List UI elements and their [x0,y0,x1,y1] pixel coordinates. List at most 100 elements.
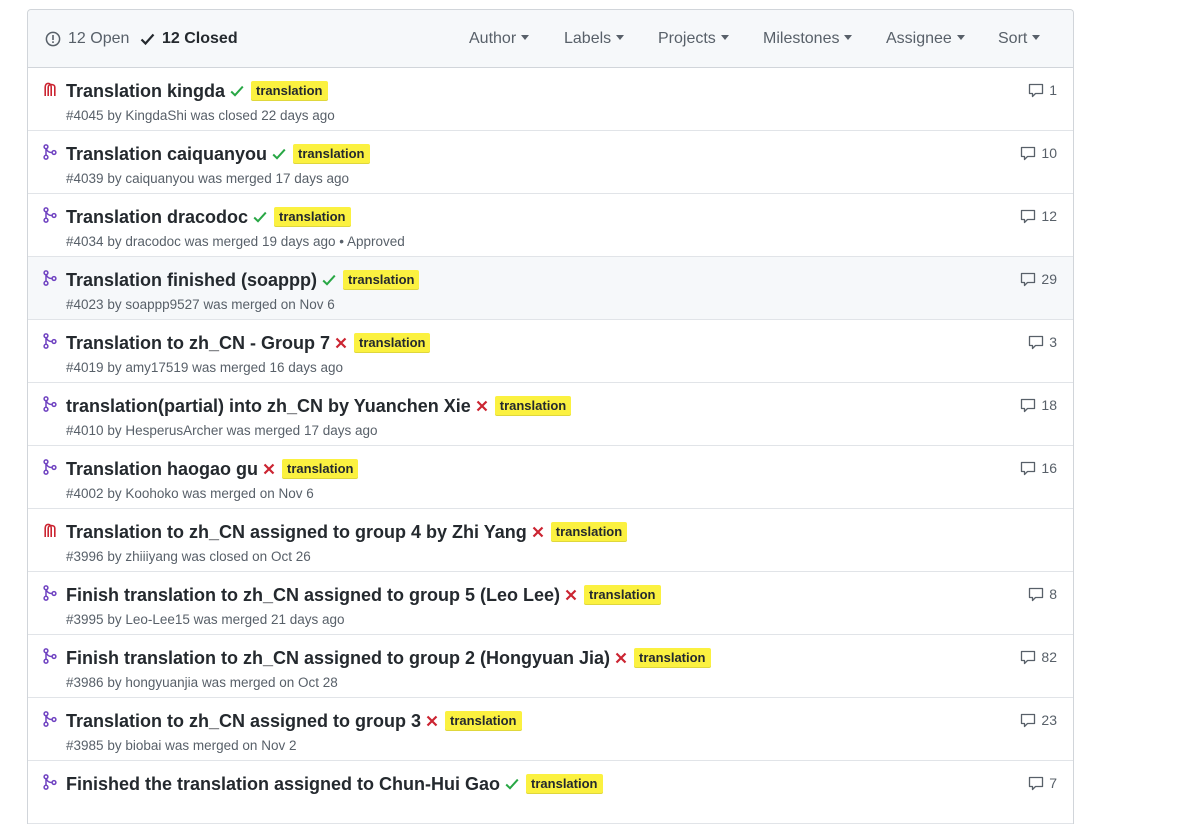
pull-request-title-link[interactable]: translation(partial) into zh_CN by Yuanc… [66,394,471,418]
pull-request-title-line: Translation to zh_CN assigned to group 4… [66,520,628,544]
author-link[interactable]: hongyuanjia [125,675,198,690]
check-icon [322,274,336,286]
comment-icon [1021,398,1036,412]
ci-success-status[interactable] [272,148,286,160]
label-badge[interactable]: translation [550,522,628,542]
comments-link[interactable]: 3 [1028,334,1057,350]
pull-request-action: was merged on Nov 6 [182,486,314,501]
check-icon [140,33,155,46]
pull-request-title-link[interactable]: Finish translation to zh_CN assigned to … [66,646,610,670]
author-link[interactable]: HesperusArcher [125,423,223,438]
pull-request-number: #4010 [66,423,104,438]
labels-filter-label: Labels [564,30,612,47]
pull-request-rows: Translation kingda translation #4045 by … [28,68,1073,824]
sort-dropdown[interactable]: Sort [998,29,1041,49]
label-badge[interactable]: translation [494,396,572,416]
ci-failure-status[interactable] [335,337,347,349]
milestones-filter-dropdown[interactable]: Milestones [763,29,853,49]
comments-link[interactable]: 23 [1020,712,1057,728]
ci-success-status[interactable] [505,778,519,790]
git-merge-icon [43,585,57,601]
label-badge[interactable]: translation [293,144,370,164]
closed-state [43,81,57,102]
pull-request-title-link[interactable]: Translation to zh_CN - Group 7 [66,331,330,355]
author-link[interactable]: soappp9527 [125,297,199,312]
pull-request-title-line: Finish translation to zh_CN assigned to … [66,583,661,607]
author-link[interactable]: zhiiiyang [125,549,178,564]
projects-filter-dropdown[interactable]: Projects [658,29,729,49]
ci-success-status[interactable] [253,211,267,223]
pull-request-title-line: Finish translation to zh_CN assigned to … [66,646,711,670]
comment-count: 16 [1041,460,1057,476]
author-filter-dropdown[interactable]: Author [469,29,530,49]
pull-request-action: was merged 21 days ago [193,612,345,627]
label-badge[interactable]: translation [282,459,359,479]
labels-filter-dropdown[interactable]: Labels [564,29,625,49]
pull-request-title-link[interactable]: Translation haogao gu [66,457,258,481]
author-link[interactable]: Koohoko [125,486,178,501]
closed-filter-link[interactable]: 12 Closed [140,29,238,49]
ci-failure-status[interactable] [532,526,544,538]
comments-link[interactable]: 8 [1028,586,1057,602]
author-link[interactable]: Leo-Lee15 [125,612,190,627]
label-badge[interactable]: translation [274,207,351,227]
pull-request-title-line: Translation to zh_CN assigned to group 3… [66,709,522,733]
pull-request-action: was merged 17 days ago [198,171,350,186]
pull-request-title-link[interactable]: Finished the translation assigned to Chu… [66,772,500,796]
pull-request-closed-icon [44,82,56,96]
pull-request-row: translation(partial) into zh_CN by Yuanc… [28,383,1073,446]
pull-request-row: Translation caiquanyou translation #4039… [28,131,1073,194]
comments-link[interactable]: 12 [1020,208,1057,224]
label-badge[interactable]: translation [526,774,603,794]
ci-failure-status[interactable] [263,463,275,475]
pull-request-title-link[interactable]: Translation to zh_CN assigned to group 3 [66,709,421,733]
comments-link[interactable]: 82 [1020,649,1057,665]
pull-request-title-line: Translation haogao gu translation [66,457,359,481]
ci-success-status[interactable] [322,274,336,286]
comments-link[interactable]: 1 [1028,82,1057,98]
issue-opened-icon [45,31,61,47]
check-icon [272,148,286,160]
pull-request-number: #4002 [66,486,104,501]
pull-request-title-link[interactable]: Translation finished (soappp) [66,268,317,292]
ci-failure-status[interactable] [565,589,577,601]
pull-request-title-line: Translation dracodoc translation [66,205,351,229]
comments-link[interactable]: 29 [1020,271,1057,287]
comment-icon [1021,713,1036,727]
by-text: by [107,297,122,312]
label-badge[interactable]: translation [251,81,328,101]
ci-failure-status[interactable] [476,400,488,412]
pull-request-meta: #4034 by dracodoc was merged 19 days ago… [66,233,405,251]
merged-state [43,270,57,291]
caret-down-icon [844,35,853,41]
ci-failure-status[interactable] [426,715,438,727]
comments-link[interactable]: 18 [1020,397,1057,413]
assignee-filter-dropdown[interactable]: Assignee [886,29,965,49]
open-filter-link[interactable]: 12 Open [45,29,129,49]
label-badge[interactable]: translation [354,333,431,353]
label-badge[interactable]: translation [634,648,711,668]
pull-request-meta: #4010 by HesperusArcher was merged 17 da… [66,422,378,440]
comments-link[interactable]: 16 [1020,460,1057,476]
pull-request-title-link[interactable]: Finish translation to zh_CN assigned to … [66,583,560,607]
author-link[interactable]: amy17519 [125,360,188,375]
author-link[interactable]: biobai [125,738,161,753]
author-link[interactable]: KingdaShi [125,108,187,123]
pull-request-title-link[interactable]: Translation to zh_CN assigned to group 4… [66,520,527,544]
label-badge[interactable]: translation [445,711,522,731]
pull-request-title-link[interactable]: Translation caiquanyou [66,142,267,166]
ci-success-status[interactable] [230,85,244,97]
comments-link[interactable]: 7 [1028,775,1057,791]
by-text: by [107,234,122,249]
author-link[interactable]: caiquanyou [125,171,194,186]
label-badge[interactable]: translation [343,270,420,290]
label-badge[interactable]: translation [584,585,661,605]
pull-request-title-link[interactable]: Translation kingda [66,79,225,103]
pull-request-action: was merged 16 days ago [192,360,343,375]
comments-link[interactable]: 10 [1020,145,1057,161]
author-link[interactable]: dracodoc [125,234,181,249]
ci-failure-status[interactable] [615,652,627,664]
merged-state [43,333,57,354]
pull-request-title-link[interactable]: Translation dracodoc [66,205,248,229]
pull-request-number: #4019 [66,360,104,375]
